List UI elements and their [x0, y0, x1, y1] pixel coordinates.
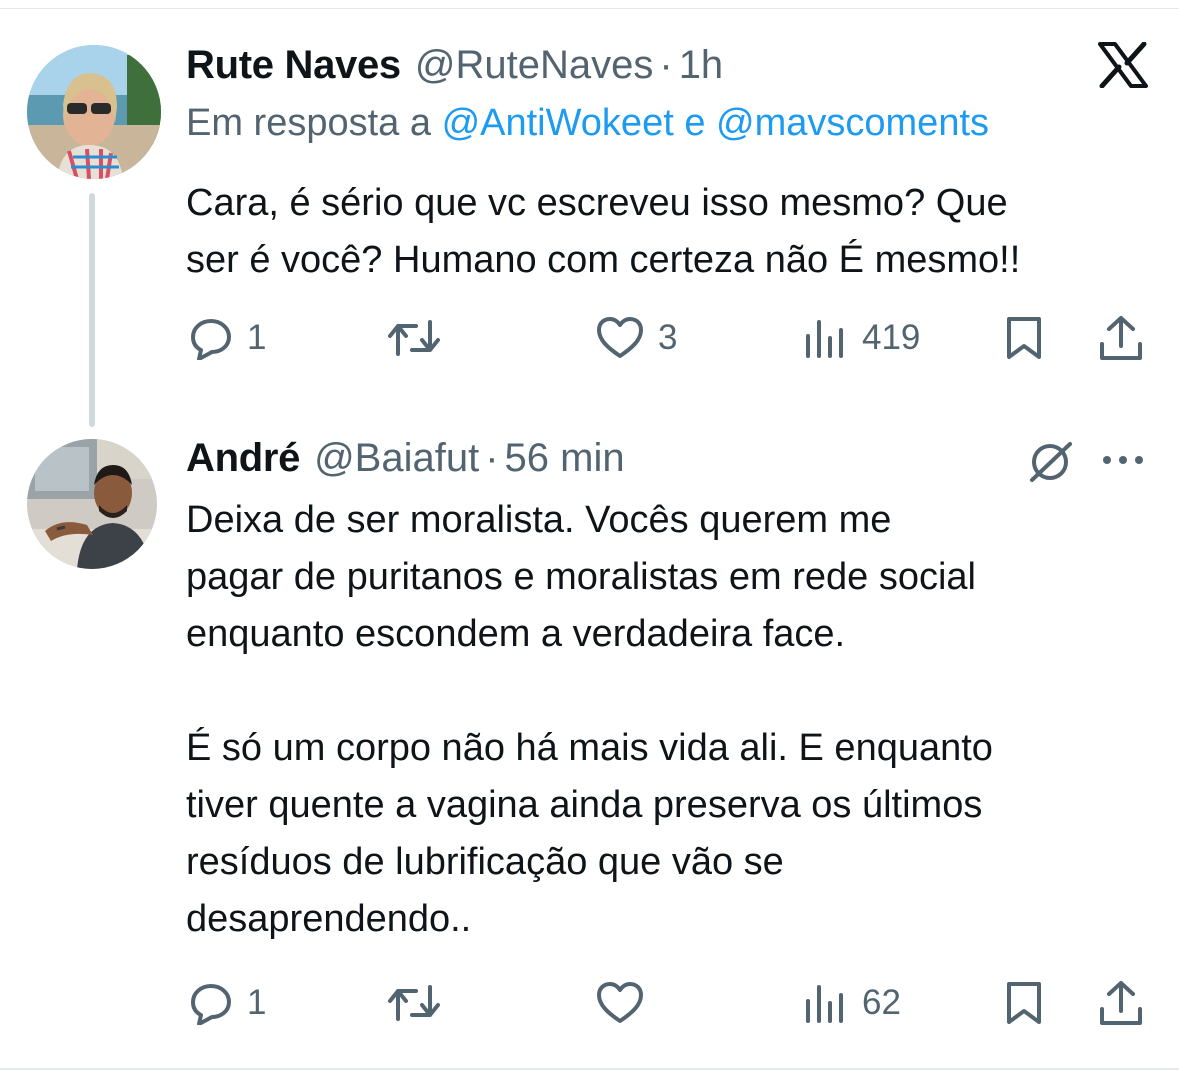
bookmark-icon [1004, 315, 1044, 361]
mention-joiner: e [684, 102, 706, 144]
views-icon [804, 981, 848, 1025]
avatar[interactable] [27, 45, 161, 179]
tweet-text: Cara, é sério que vc escreveu isso mesmo… [186, 182, 1021, 281]
reply-count: 1 [247, 983, 267, 1022]
retweet-button[interactable] [386, 308, 442, 368]
author-name[interactable]: André [186, 436, 300, 481]
x-logo-icon [1098, 41, 1148, 93]
bookmark-button[interactable] [1004, 973, 1044, 1033]
like-button[interactable] [596, 973, 644, 1033]
separator: · [659, 43, 673, 87]
views-button[interactable]: 62 [804, 973, 901, 1033]
bookmark-button[interactable] [1004, 308, 1044, 368]
like-icon [596, 316, 644, 360]
views-count: 419 [862, 318, 921, 357]
grok-icon [1026, 442, 1076, 488]
timestamp[interactable]: 56 min [505, 436, 625, 481]
bottom-divider [0, 1068, 1179, 1070]
reply-count: 1 [247, 318, 267, 357]
avatar[interactable] [27, 439, 157, 569]
mention-link[interactable]: @AntiWokeet [442, 102, 674, 144]
bookmark-icon [1004, 980, 1044, 1026]
grok-button[interactable] [1026, 440, 1076, 489]
reply-button[interactable]: 1 [189, 973, 266, 1033]
author-handle[interactable]: @Baiafut [314, 436, 479, 481]
tweet-header: Rute Naves @RuteNaves · 1h [186, 43, 723, 93]
share-icon [1098, 314, 1144, 362]
reply-context: Em resposta a @AntiWokeet e @mavscoments [186, 102, 989, 145]
reply-button[interactable]: 1 [189, 308, 266, 368]
share-icon [1098, 979, 1144, 1027]
share-button[interactable] [1098, 973, 1144, 1033]
views-count: 62 [862, 983, 901, 1022]
separator: · [485, 436, 499, 480]
action-bar: 1 62 [186, 973, 1146, 1033]
tweet-header: André @Baiafut · 56 min [186, 436, 625, 486]
more-options-icon [1100, 456, 1146, 479]
top-divider [0, 8, 1179, 9]
mention-link[interactable]: @mavscoments [716, 102, 989, 144]
retweet-icon [386, 981, 442, 1025]
more-options-button[interactable] [1100, 445, 1146, 480]
timestamp[interactable]: 1h [679, 43, 724, 88]
like-button[interactable]: 3 [596, 308, 677, 368]
thread-connector [89, 193, 95, 427]
retweet-button[interactable] [386, 973, 442, 1033]
author-name[interactable]: Rute Naves [186, 43, 401, 88]
like-icon [596, 981, 644, 1025]
tweet-text: Deixa de ser moralista. Vocês querem me … [186, 499, 993, 940]
share-button[interactable] [1098, 308, 1144, 368]
reply-icon [189, 981, 233, 1025]
reply-icon [189, 316, 233, 360]
like-count: 3 [658, 318, 678, 357]
views-button[interactable]: 419 [804, 308, 920, 368]
reply-prefix: Em resposta a [186, 102, 431, 144]
action-bar: 1 3 419 [186, 308, 1146, 368]
retweet-icon [386, 316, 442, 360]
views-icon [804, 316, 848, 360]
author-handle[interactable]: @RuteNaves [415, 43, 653, 88]
